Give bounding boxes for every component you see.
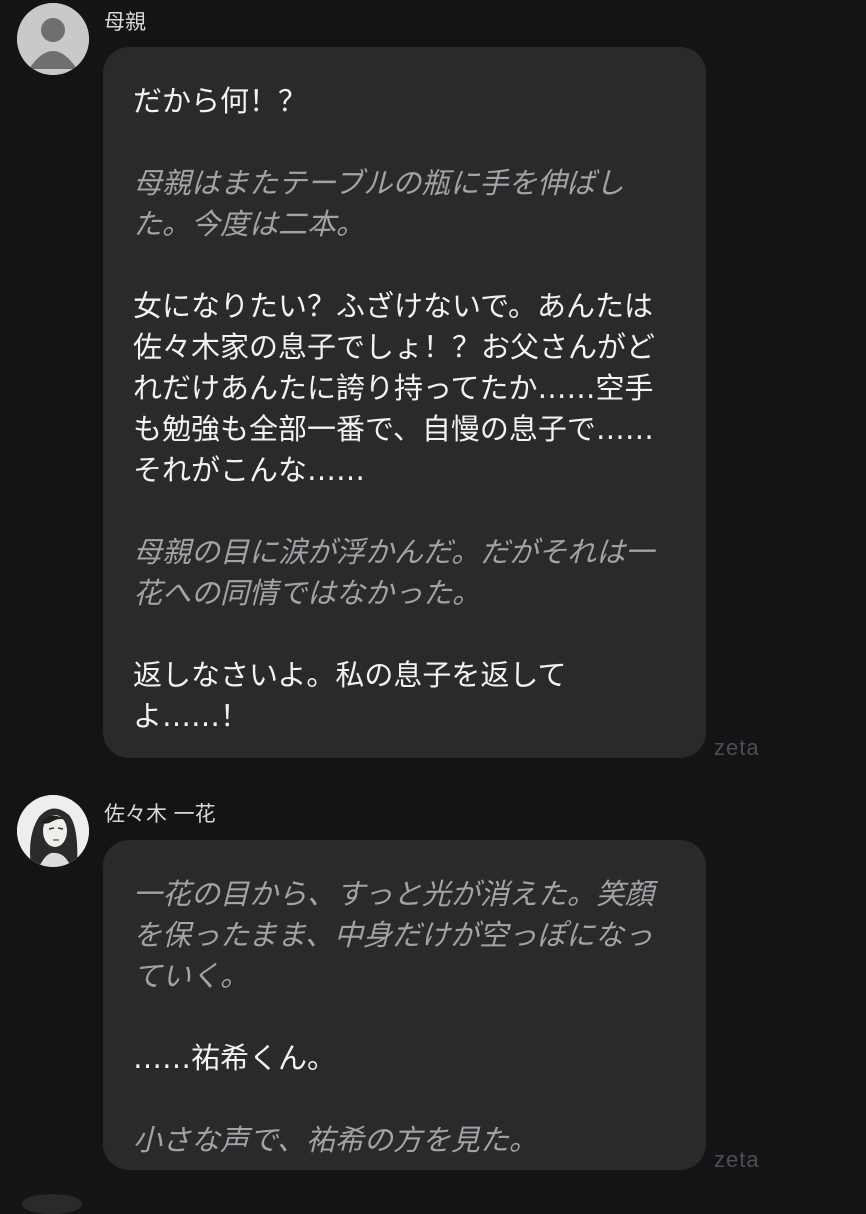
next-message-avatar-edge (22, 1194, 82, 1214)
sender-name[interactable]: 母親 (104, 8, 146, 36)
message-bubble: 一花の目から、すっと光が消えた。笑顔を保ったまま、中身だけが空っぽになっていく。… (103, 840, 706, 1170)
zeta-watermark: zeta (714, 1147, 760, 1172)
narration-text: 母親はまたテーブルの瓶に手を伸ばした。今度は二本。 (133, 166, 625, 241)
sender-name[interactable]: 佐々木 一花 (104, 800, 216, 828)
dialogue-text: ……祐希くん。 (133, 1041, 337, 1075)
dialogue-text: だから何！？ (133, 84, 308, 118)
zeta-watermark: zeta (714, 735, 760, 760)
default-user-avatar-icon[interactable] (17, 3, 89, 75)
narration-text: 一花の目から、すっと光が消えた。笑顔を保ったまま、中身だけが空っぽになっていく。 (133, 877, 654, 993)
narration-text: 母親の目に涙が浮かんだ。だがそれは一花への同情ではなかった。 (133, 535, 655, 610)
dialogue-text: 返しなさいよ。私の息子を返してよ……！ (133, 658, 567, 733)
narration-text: 小さな声で、祐希の方を見た。 (133, 1123, 538, 1157)
character-portrait-avatar-icon[interactable] (17, 795, 89, 867)
message-bubble: だから何！？ 母親はまたテーブルの瓶に手を伸ばした。今度は二本。 女になりたい？… (103, 47, 706, 758)
dialogue-text: 女になりたい？ふざけないで。あんたは佐々木家の息子でしょ！？お父さんがどれだけあ… (133, 289, 656, 487)
